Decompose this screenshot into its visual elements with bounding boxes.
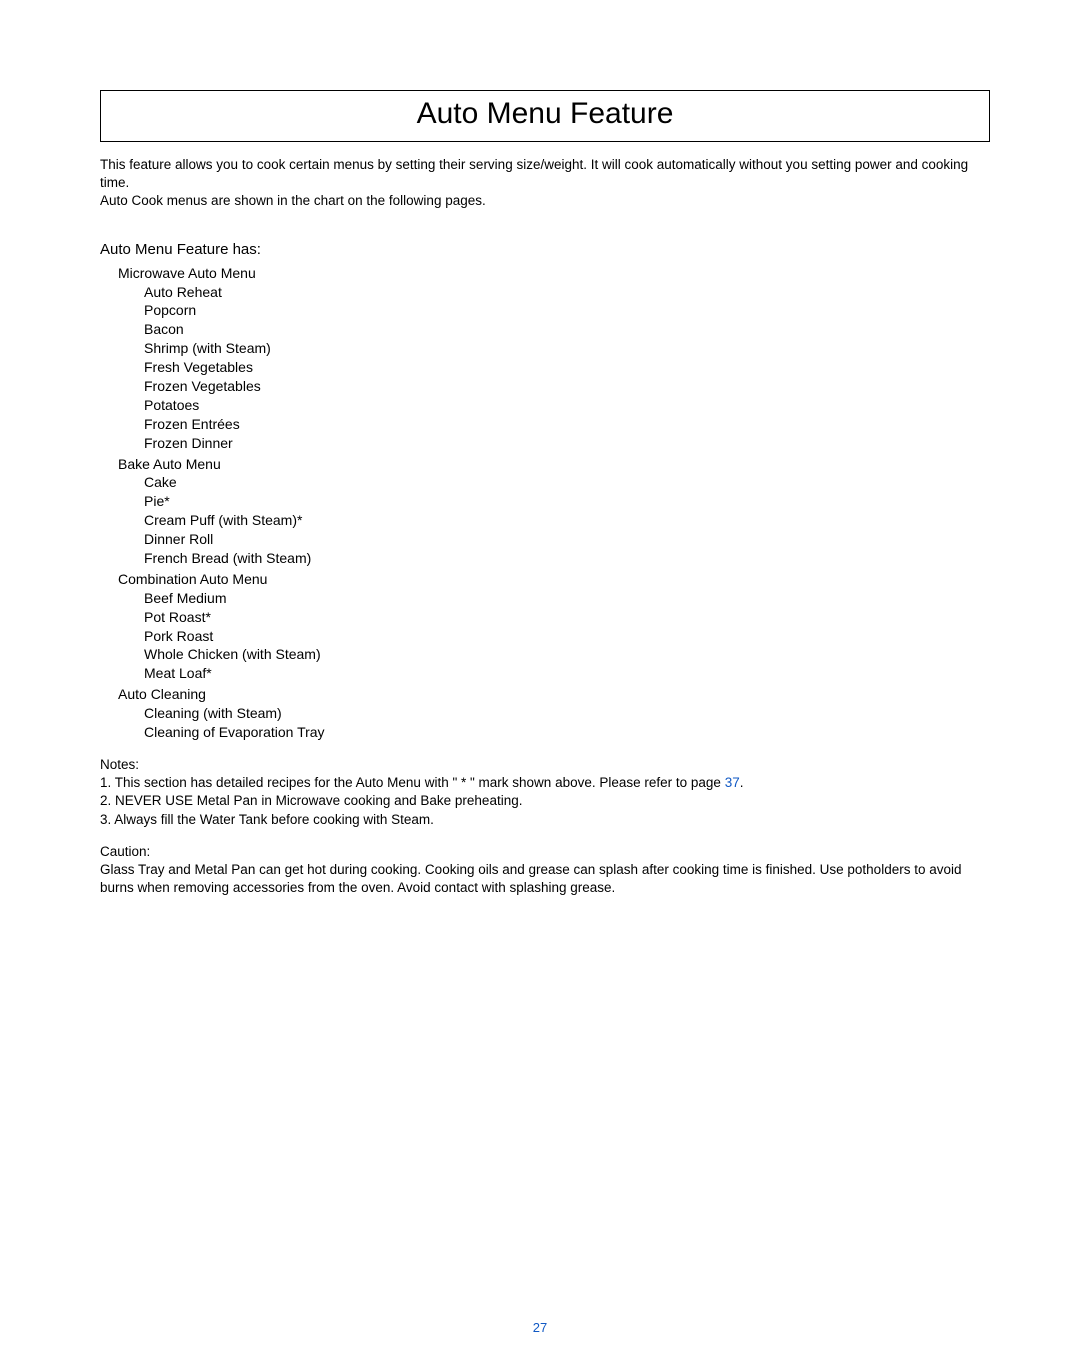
group-combination: Combination Auto Menu Beef Medium Pot Ro… (118, 570, 990, 683)
caution-label: Caution: (100, 843, 990, 861)
group-title-combination: Combination Auto Menu (118, 570, 990, 589)
note-1-post: . (740, 775, 744, 790)
list-item: Pie* (144, 492, 990, 511)
page-number: 27 (0, 1320, 1080, 1335)
notes-block: Notes: 1. This section has detailed reci… (100, 756, 990, 829)
group-microwave: Microwave Auto Menu Auto Reheat Popcorn … (118, 264, 990, 453)
section-heading: Auto Menu Feature has: (100, 241, 990, 258)
list-item: Whole Chicken (with Steam) (144, 645, 990, 664)
intro-block: This feature allows you to cook certain … (100, 156, 990, 211)
list-item: Auto Reheat (144, 283, 990, 302)
list-item: Bacon (144, 320, 990, 339)
group-title-microwave: Microwave Auto Menu (118, 264, 990, 283)
list-item: Cleaning (with Steam) (144, 704, 990, 723)
list-item: Beef Medium (144, 589, 990, 608)
page-ref-link[interactable]: 37 (725, 775, 740, 790)
group-title-bake: Bake Auto Menu (118, 455, 990, 474)
list-item: Pork Roast (144, 627, 990, 646)
group-cleaning: Auto Cleaning Cleaning (with Steam) Clea… (118, 685, 990, 742)
list-item: Frozen Vegetables (144, 377, 990, 396)
list-item: Pot Roast* (144, 608, 990, 627)
group-bake: Bake Auto Menu Cake Pie* Cream Puff (wit… (118, 455, 990, 568)
note-2: 2. NEVER USE Metal Pan in Microwave cook… (100, 792, 990, 810)
intro-line-2: Auto Cook menus are shown in the chart o… (100, 192, 990, 210)
list-item: Fresh Vegetables (144, 358, 990, 377)
group-title-cleaning: Auto Cleaning (118, 685, 990, 704)
list-item: Frozen Dinner (144, 434, 990, 453)
list-item: Dinner Roll (144, 530, 990, 549)
list-item: Meat Loaf* (144, 664, 990, 683)
note-1: 1. This section has detailed recipes for… (100, 774, 990, 792)
caution-block: Caution: Glass Tray and Metal Pan can ge… (100, 843, 990, 898)
list-item: Potatoes (144, 396, 990, 415)
list-item: Cleaning of Evaporation Tray (144, 723, 990, 742)
note-1-text: 1. This section has detailed recipes for… (100, 775, 725, 790)
list-item: French Bread (with Steam) (144, 549, 990, 568)
page-title: Auto Menu Feature (101, 97, 989, 131)
list-item: Popcorn (144, 301, 990, 320)
list-item: Frozen Entrées (144, 415, 990, 434)
list-item: Cream Puff (with Steam)* (144, 511, 990, 530)
intro-line-1: This feature allows you to cook certain … (100, 156, 990, 192)
notes-label: Notes: (100, 756, 990, 774)
caution-text: Glass Tray and Metal Pan can get hot dur… (100, 861, 990, 897)
list-item: Shrimp (with Steam) (144, 339, 990, 358)
page-title-frame: Auto Menu Feature (100, 90, 990, 142)
list-item: Cake (144, 473, 990, 492)
note-3: 3. Always fill the Water Tank before coo… (100, 811, 990, 829)
